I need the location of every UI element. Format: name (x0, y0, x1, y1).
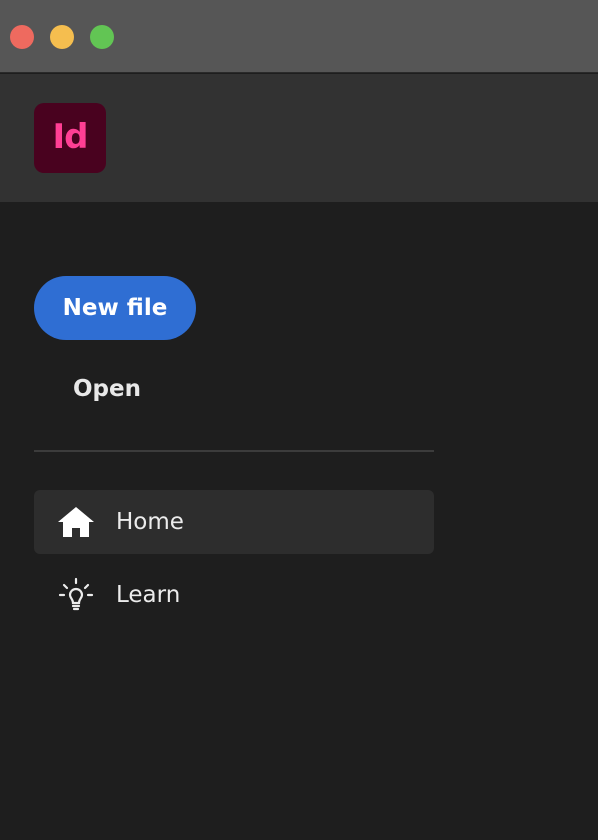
nav-item-label: Home (116, 509, 184, 535)
sidebar-divider (34, 450, 434, 452)
app-header: Id (0, 74, 598, 202)
minimize-window-button[interactable] (50, 25, 74, 49)
sidebar: New file Open Home Learn (0, 202, 598, 840)
nav-item-learn[interactable]: Learn (34, 564, 434, 626)
close-window-button[interactable] (10, 25, 34, 49)
maximize-window-button[interactable] (90, 25, 114, 49)
nav-item-home[interactable]: Home (34, 490, 434, 554)
lightbulb-icon (56, 575, 96, 615)
new-file-button[interactable]: New file (34, 276, 196, 340)
window-titlebar (0, 0, 598, 73)
nav-item-label: Learn (116, 582, 181, 608)
indesign-logo: Id (34, 103, 106, 173)
open-button[interactable]: Open (34, 366, 174, 412)
logo-text: Id (52, 117, 89, 157)
home-icon (56, 502, 96, 542)
